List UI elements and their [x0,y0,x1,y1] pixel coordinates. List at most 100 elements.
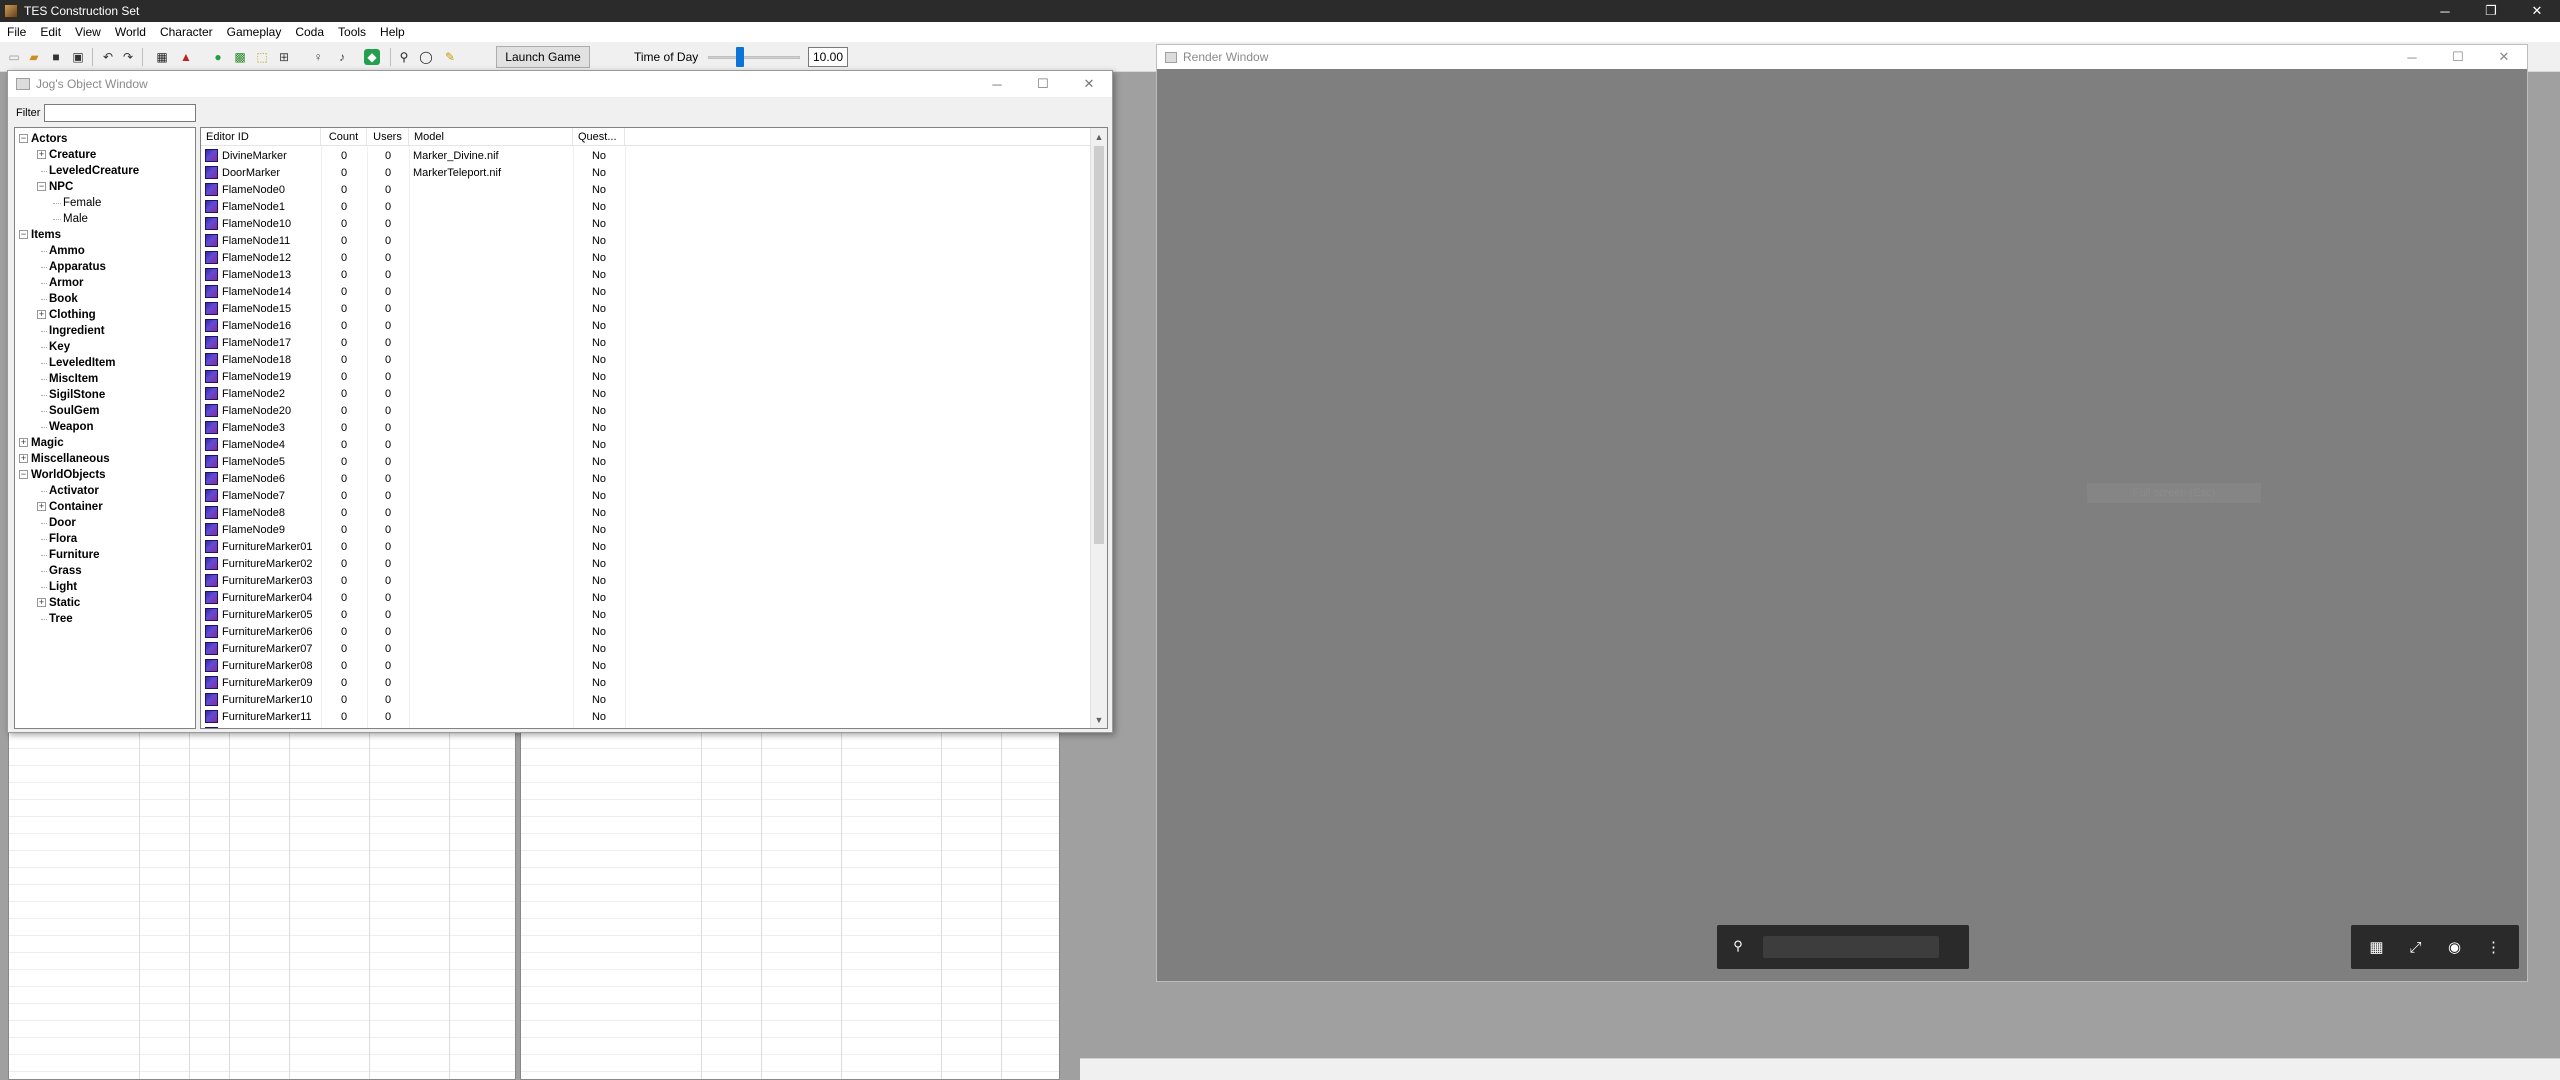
object-list-scrollbar[interactable]: ▲ ▼ [1090,128,1107,728]
filter-input[interactable] [44,104,196,122]
tree-expander-icon[interactable]: + [19,454,28,463]
table-row[interactable]: FurnitureMarker11 0 0 No [201,708,1091,725]
table-row[interactable]: FurnitureMarker04 0 0 No [201,589,1091,606]
tree-expander-icon[interactable]: + [37,310,46,319]
tree-item-flora[interactable]: Flora [49,531,77,547]
launch-game-button[interactable]: Launch Game [496,46,590,68]
table-row[interactable]: FlameNode7 0 0 No [201,487,1091,504]
scrollbar-thumb[interactable] [1094,146,1104,544]
close-button[interactable]: ✕ [2514,0,2560,22]
menu-help[interactable]: Help [373,25,412,39]
tree-item-sigilstone[interactable]: SigilStone [49,387,105,403]
tree-expander-icon[interactable]: + [37,150,46,159]
grid-icon[interactable]: ▦ [154,49,170,65]
table-row[interactable]: FlameNode17 0 0 No [201,334,1091,351]
tree-item-armor[interactable]: Armor [49,275,84,291]
table-row[interactable]: FlameNode4 0 0 No [201,436,1091,453]
scroll-down-arrow-icon[interactable]: ▼ [1091,711,1107,728]
table-row[interactable]: FlameNode14 0 0 No [201,283,1091,300]
landscape-icon[interactable]: ● [210,49,226,65]
tree-item-book[interactable]: Book [49,291,78,307]
tree-item-actors[interactable]: Actors [31,131,67,147]
table-row[interactable]: FurnitureMarker09 0 0 No [201,674,1091,691]
table-row[interactable]: FlameNode16 0 0 No [201,317,1091,334]
table-row[interactable]: FlameNode6 0 0 No [201,470,1091,487]
tree-item-ammo[interactable]: Ammo [49,243,85,259]
table-row[interactable]: FurnitureMarker01 0 0 No [201,538,1091,555]
tree-item-tree[interactable]: Tree [49,611,73,627]
cell-view-list[interactable] [8,730,516,1080]
tree-item-apparatus[interactable]: Apparatus [49,259,106,275]
table-row[interactable]: FlameNode0 0 0 No [201,181,1091,198]
tree-item-ingredient[interactable]: Ingredient [49,323,105,339]
render-viewport[interactable]: Full screen (Esc) ⚲ ▦ ⤢ ◉ ⋮ [1157,69,2527,981]
save-icon[interactable]: ■ [48,49,64,65]
table-row[interactable]: FurnitureMarker05 0 0 No [201,606,1091,623]
leaf-icon[interactable]: ◆ [364,49,380,65]
column-model[interactable]: Model [409,128,573,146]
eye-icon[interactable]: ◉ [2443,935,2467,959]
menu-character[interactable]: Character [153,25,220,39]
path-grid-icon[interactable]: ⊞ [276,49,292,65]
object-close-button[interactable]: ✕ [1066,71,1112,97]
menu-tools[interactable]: Tools [331,25,373,39]
table-row[interactable]: FlameNode19 0 0 No [201,368,1091,385]
search-icon[interactable]: ⚲ [396,49,412,65]
restore-button[interactable]: ❐ [2468,0,2514,22]
pencil-icon[interactable]: ✎ [442,49,458,65]
expand-icon[interactable]: ⤢ [2404,935,2428,959]
save-all-icon[interactable]: ▣ [70,49,86,65]
table-row[interactable]: FurnitureMarker03 0 0 No [201,572,1091,589]
grid-view-icon[interactable]: ▦ [2365,935,2389,959]
tree-item-magic[interactable]: Magic [31,435,64,451]
tree-item-leveledcreature[interactable]: LeveledCreature [49,163,139,179]
object-minimize-button[interactable]: ─ [974,71,1020,97]
search-icon[interactable]: ⚲ [1731,938,1745,953]
tree-item-key[interactable]: Key [49,339,70,355]
table-row[interactable]: DivineMarker 0 0 Marker_Divine.nif No [201,147,1091,164]
terrain-icon[interactable]: ▩ [232,49,248,65]
comment-icon[interactable]: ◯ [418,49,434,65]
render-minimize-button[interactable]: ─ [2389,45,2435,69]
table-row[interactable]: FlameNode8 0 0 No [201,504,1091,521]
column-quest[interactable]: Quest... [573,128,625,146]
menu-world[interactable]: World [108,25,153,39]
table-row[interactable]: FlameNode3 0 0 No [201,419,1091,436]
menu-edit[interactable]: Edit [33,25,68,39]
table-row[interactable]: FurnitureMarker06 0 0 No [201,623,1091,640]
cell-references-list[interactable] [520,730,1060,1080]
menu-gameplay[interactable]: Gameplay [220,25,289,39]
table-row[interactable]: FlameNode10 0 0 No [201,215,1091,232]
tree-expander-icon[interactable]: − [19,470,28,479]
tree-expander-icon[interactable]: − [19,134,28,143]
tree-expander-icon[interactable]: + [37,598,46,607]
render-maximize-button[interactable]: ☐ [2435,45,2481,69]
table-row[interactable]: FlameNode9 0 0 No [201,521,1091,538]
table-row[interactable]: FlameNode2 0 0 No [201,385,1091,402]
undo-icon[interactable]: ↶ [100,49,116,65]
table-row[interactable]: FlameNode15 0 0 No [201,300,1091,317]
tree-expander-icon[interactable]: − [19,230,28,239]
menu-coda[interactable]: Coda [288,25,331,39]
tree-item-npc[interactable]: NPC [49,179,73,195]
tree-item-leveleditem[interactable]: LeveledItem [49,355,115,371]
angle-snap-icon[interactable]: ▲ [178,49,194,65]
object-maximize-button[interactable]: ☐ [1020,71,1066,97]
more-options-icon[interactable]: ⋮ [2482,935,2506,959]
open-folder-icon[interactable]: ▰ [26,49,42,65]
tree-item-door[interactable]: Door [49,515,76,531]
table-row[interactable]: FurnitureMarker02 0 0 No [201,555,1091,572]
table-row[interactable]: FlameNode5 0 0 No [201,453,1091,470]
table-row[interactable]: FlameNode11 0 0 No [201,232,1091,249]
render-close-button[interactable]: ✕ [2481,45,2527,69]
table-row[interactable]: FlameNode20 0 0 No [201,402,1091,419]
menu-view[interactable]: View [68,25,108,39]
table-row[interactable]: FlameNode18 0 0 No [201,351,1091,368]
column-count[interactable]: Count [321,128,367,146]
table-row[interactable]: FlameNode1 0 0 No [201,198,1091,215]
minimize-button[interactable]: ─ [2422,0,2468,22]
table-row[interactable]: FlameNode12 0 0 No [201,249,1091,266]
light-bulb-icon[interactable]: ♀ [310,49,326,65]
tree-item-miscitem[interactable]: MiscItem [49,371,98,387]
tree-item-furniture[interactable]: Furniture [49,547,99,563]
